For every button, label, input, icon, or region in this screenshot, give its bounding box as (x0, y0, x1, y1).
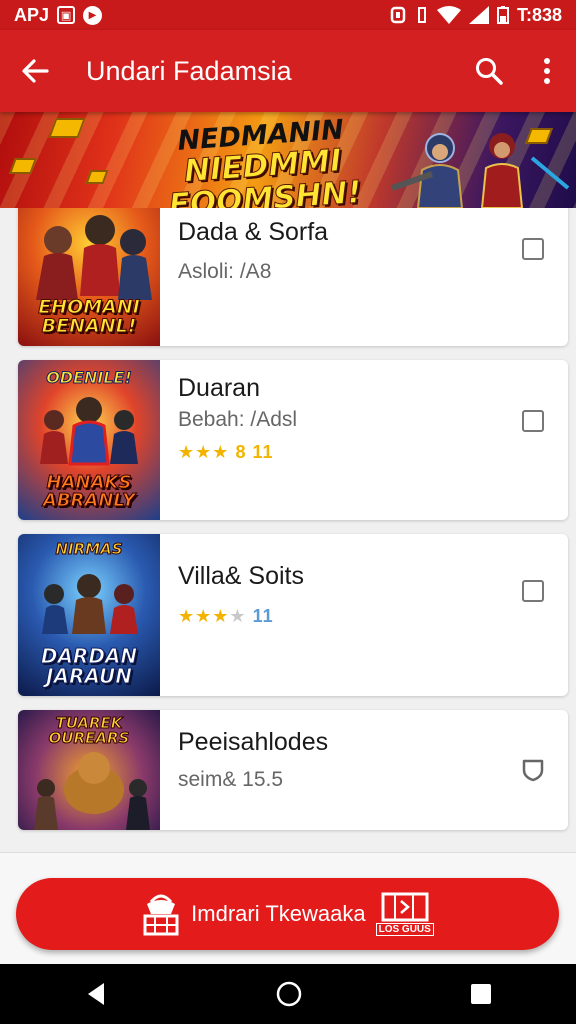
film-tickets-icon (381, 892, 429, 922)
promo-banner[interactable]: NEDMANIN NIEDMMI FOOMSHN! (0, 112, 576, 208)
nav-home-icon[interactable] (275, 980, 303, 1008)
status-left: APJ ▣ ▶ (14, 4, 103, 26)
app-bar: Undari Fadamsia (0, 30, 576, 112)
arrow-back-icon (22, 59, 49, 83)
item-rating: ★★★★ 11 (178, 606, 274, 627)
nfc-icon (390, 6, 406, 24)
rating-value: 11 (252, 606, 274, 626)
item-thumbnail: EHOMANI BENANL! (18, 200, 160, 346)
item-subtitle: Bebah: /Adsl (178, 408, 298, 431)
status-time: T:838 (516, 4, 562, 25)
primary-action-label: Imdrari Tkewaaka (191, 901, 366, 926)
battery-icon (496, 6, 509, 24)
primary-action-button[interactable]: Imdrari Tkewaaka LOS GUUS (16, 878, 559, 950)
list-item[interactable]: ODENILE! HANAKS ABRANLY Duaran Bebah: /A… (18, 360, 568, 520)
wifi-icon (436, 6, 461, 24)
item-title: Dada & Sorfa (178, 218, 329, 246)
rating-stars-empty: ★ (229, 606, 247, 626)
item-checkbox[interactable] (522, 580, 544, 602)
cta-badge-text: LOS GUUS (375, 923, 434, 936)
item-subtitle: Asloli: /A8 (178, 260, 272, 283)
item-subtitle: seim& 15.5 (178, 768, 284, 791)
thumbnail-title: EHOMANI BENANL! (38, 296, 141, 337)
nav-recents-icon[interactable] (470, 983, 492, 1005)
play-notification-icon: ▶ (83, 5, 103, 25)
item-thumbnail: NIRMAS DARDAN JARAUN (18, 534, 160, 696)
rating-value: 8 11 (235, 442, 274, 462)
nav-back-icon[interactable] (84, 981, 108, 1007)
notification-app-icon: ▣ (57, 6, 76, 24)
status-carrier-text: APJ (14, 4, 50, 25)
page-title: Undari Fadamsia (86, 55, 292, 86)
status-bar: APJ ▣ ▶ T:838 (0, 0, 576, 30)
item-rating: ★★★ 8 11 (178, 442, 273, 463)
hero-characters-icon (392, 133, 570, 208)
item-thumbnail: TUAREK OUREARS (18, 710, 160, 830)
system-navigation-bar (0, 964, 576, 1024)
signal-icon (468, 6, 489, 24)
rating-stars: ★★★ (178, 606, 230, 626)
shield-outline-icon[interactable] (522, 758, 544, 782)
search-icon (476, 58, 503, 85)
item-checkbox[interactable] (522, 410, 544, 432)
item-title: Duaran (178, 374, 260, 402)
list-item[interactable]: TUAREK OUREARS Peeisahlodes seim& 15.5 (18, 710, 568, 830)
item-title: Peeisahlodes (178, 728, 329, 756)
list-item[interactable]: EHOMANI BENANL! Dalla Dada & Sorfa Aslol… (18, 200, 568, 346)
thumbnail-title: HANAKS ABRANLY (42, 472, 136, 511)
overflow-menu-button[interactable] (518, 30, 576, 112)
cta-badge: LOS GUUS (375, 892, 434, 936)
item-thumbnail: ODENILE! HANAKS ABRANLY (18, 360, 160, 520)
item-title: Villa& Soits (178, 562, 304, 590)
item-checkbox[interactable] (522, 238, 544, 260)
vibrate-icon (417, 7, 426, 23)
status-right: T:838 (389, 5, 562, 26)
more-vert-icon (544, 58, 550, 84)
back-button[interactable] (0, 30, 70, 112)
search-button[interactable] (460, 30, 518, 112)
thumbnail-title: DARDAN JARAUN (40, 644, 138, 688)
shopping-bag-icon (143, 894, 179, 936)
beast-artwork-icon (34, 752, 150, 830)
list-item[interactable]: NIRMAS DARDAN JARAUN Villa& Soits ★★★★ 1… (18, 534, 568, 696)
rating-stars: ★★★ (178, 442, 230, 462)
